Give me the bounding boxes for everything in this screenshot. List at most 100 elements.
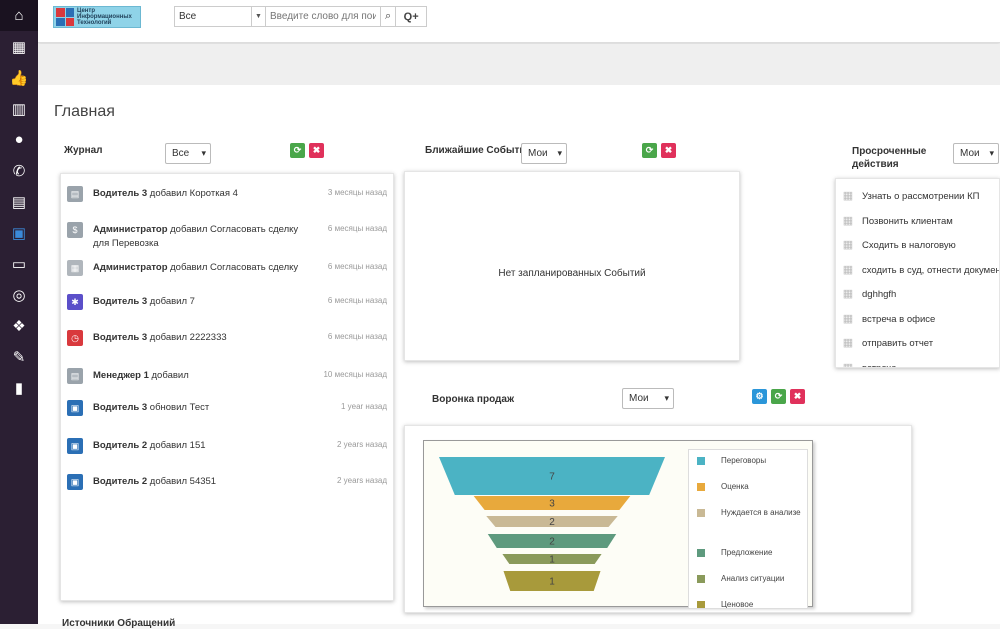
refresh-icon: ⟳ (293, 145, 302, 155)
iso-icon: ▣ (67, 474, 83, 490)
funnel-refresh-button[interactable]: ⟳ (771, 389, 786, 404)
sidebar-item-calendar-clock[interactable]: ▦ (0, 31, 38, 62)
journal-row-text: Водитель 3 обновил Тест (93, 402, 210, 413)
legend-swatch (697, 509, 705, 517)
sidebar-item-wrench[interactable]: ✎ (0, 341, 38, 372)
close-icon: ✖ (312, 145, 321, 155)
document-icon: ▤ (67, 186, 83, 202)
journal-row-text: Администратор добавил Согласовать сделку (93, 262, 299, 273)
chevron-down-icon: ▼ (251, 7, 265, 26)
search-bar: Все ▼ ⌕ Q+ (174, 6, 428, 27)
close-icon: ✖ (664, 145, 673, 155)
journal-row-text: Водитель 3 добавил 2222333 (93, 332, 227, 343)
logo-mark-icon (56, 8, 74, 26)
funnel-value-label: 2 (549, 517, 555, 528)
home-icon: ⌂ (14, 7, 24, 24)
sidebar-item-home[interactable]: ⌂ (0, 0, 38, 31)
wrench-icon: ✎ (12, 348, 26, 366)
overdue-item[interactable]: ▦ отправить отчет (840, 336, 999, 352)
sidebar-item-money[interactable]: ▭ (0, 248, 38, 279)
search-button[interactable]: ⌕ (381, 7, 397, 26)
calendar-clock-icon: ▦ (842, 239, 854, 252)
dollar-icon: $ (67, 222, 83, 238)
iso-icon: ▣ (67, 438, 83, 454)
sidebar-item-iso[interactable]: ▣ (0, 217, 38, 248)
calendar-icon: ▦ (67, 260, 83, 276)
toolbar-band (38, 44, 1000, 85)
funnel-close-button[interactable]: ✖ (790, 389, 805, 404)
phone-icon: ✆ (12, 162, 26, 180)
sidebar-item-clipboard[interactable]: ▤ (0, 186, 38, 217)
overdue-item[interactable]: ▦ сходить в суд, отнести документы (840, 263, 999, 279)
journal-panel: ▤ Водитель 3 добавил Короткая 4 3 месяцы н… (60, 173, 394, 601)
funnel-legend: Переговоры Оценка Нуждается в анализе Предл… (688, 449, 808, 609)
journal-row-text: Водитель 3 добавил 7 (93, 296, 195, 307)
sidebar-item-user[interactable]: ● (0, 124, 38, 155)
overdue-item[interactable]: ▦ dghhgfh (840, 287, 999, 303)
search-plus-icon: Q+ (403, 10, 419, 23)
logo-text: Центр Информационных Технологий (77, 8, 132, 26)
journal-row-time: 6 месяцы назад (327, 296, 387, 305)
funnel-svg: 7 3 2 2 1 1 (439, 457, 665, 591)
main-content: Главная Журнал Все ⟳ ✖ ▤ Водитель 3 добав… (38, 85, 1000, 629)
events-refresh-button[interactable]: ⟳ (642, 143, 657, 158)
sidebar-item-bar-chart[interactable]: ▮ (0, 372, 38, 403)
money-icon: ▭ (11, 255, 27, 273)
puzzle-icon: ✱ (67, 294, 83, 310)
iso-icon: ▣ (11, 224, 27, 242)
overdue-panel: ▦ Узнать о рассмотрении КП ▦ Позвонить клие… (835, 178, 1000, 368)
journal-row-time: 6 месяцы назад (327, 224, 387, 233)
journal-row-time: 6 месяцы назад (327, 332, 387, 341)
calendar-clock-icon: ▦ (11, 38, 27, 56)
journal-filter-select[interactable]: Все (165, 143, 211, 164)
close-icon: ✖ (793, 391, 802, 401)
form-icon: ▤ (67, 368, 83, 384)
clipboard-icon: ▤ (11, 193, 27, 211)
funnel-value-label: 3 (549, 499, 555, 510)
journal-title: Журнал (64, 145, 103, 156)
journal-row-text: Водитель 2 добавил 54351 (93, 476, 217, 487)
sidebar-item-phone[interactable]: ✆ (0, 155, 38, 186)
overdue-item[interactable]: ▦ Позвонить клиентам (840, 214, 999, 230)
overdue-item[interactable]: ▦ встреча в офисе (840, 312, 999, 328)
overdue-item[interactable]: ▦ встреча (840, 361, 999, 368)
journal-close-button[interactable]: ✖ (309, 143, 324, 158)
sidebar-item-thumbs-up[interactable]: 👍 (0, 62, 38, 93)
iso-icon: ▣ (67, 400, 83, 416)
legend-swatch (697, 549, 705, 557)
funnel-filter-select[interactable]: Мои (622, 388, 674, 409)
search-scope-select[interactable]: Все ▼ (175, 7, 266, 26)
legend-swatch (697, 457, 705, 465)
funnel-value-label: 1 (549, 555, 555, 566)
building-icon: ▥ (11, 100, 27, 118)
events-panel: Нет запланированных Событий (404, 171, 740, 361)
advanced-search-button[interactable]: Q+ (396, 7, 426, 26)
clock-icon: ◷ (67, 330, 83, 346)
overdue-item[interactable]: ▦ Узнать о рассмотрении КП (840, 189, 999, 205)
calendar-clock-icon: ▦ (842, 190, 854, 203)
funnel-chart: 7 3 2 2 1 1 Переговоры Оценка Нуждается в анали… (423, 440, 813, 609)
sidebar-item-lifebuoy[interactable]: ◎ (0, 279, 38, 310)
company-logo[interactable]: Центр Информационных Технологий (53, 6, 141, 28)
gear-icon: ⚙ (755, 391, 764, 401)
thumbs-up-icon: 👍 (9, 69, 29, 87)
funnel-value-label: 1 (549, 577, 555, 588)
refresh-icon: ⟳ (645, 145, 654, 155)
overdue-item[interactable]: ▦ Сходить в налоговую (840, 238, 999, 254)
funnel-settings-button[interactable]: ⚙ (752, 389, 767, 404)
journal-row-time: 2 years назад (336, 476, 387, 485)
funnel-panel: 7 3 2 2 1 1 Переговоры Оценка Нуждается в анали… (404, 425, 912, 613)
search-input[interactable] (266, 7, 381, 26)
events-filter-select[interactable]: Мои (521, 143, 567, 164)
journal-row-time: 3 месяцы назад (327, 188, 387, 197)
events-close-button[interactable]: ✖ (661, 143, 676, 158)
overdue-filter-select[interactable]: Мои (953, 143, 999, 164)
sidebar-item-cubes[interactable]: ❖ (0, 310, 38, 341)
bar-chart-icon: ▮ (14, 379, 24, 397)
sidebar-item-building[interactable]: ▥ (0, 93, 38, 124)
calendar-clock-icon: ▦ (842, 263, 854, 276)
calendar-clock-icon: ▦ (842, 288, 854, 301)
page-title: Главная (54, 103, 115, 120)
calendar-clock-icon: ▦ (842, 361, 854, 368)
journal-refresh-button[interactable]: ⟳ (290, 143, 305, 158)
